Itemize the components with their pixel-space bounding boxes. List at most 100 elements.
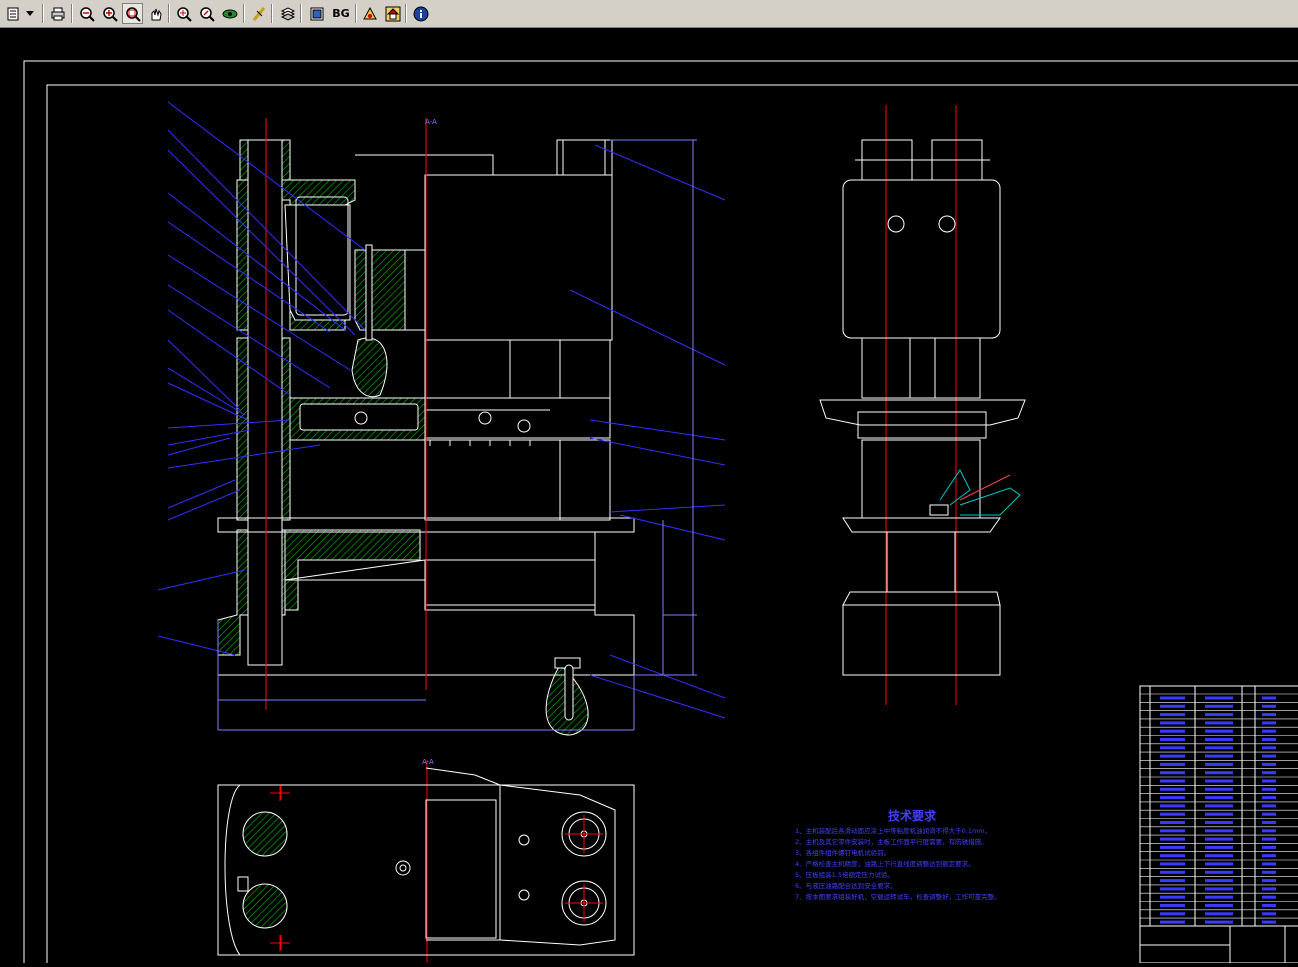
tech-title: 技术要求 [888, 808, 937, 823]
parts-list-cell-text [1262, 912, 1276, 916]
parts-list-cell-text [1160, 804, 1185, 808]
parts-list-cell-text [1160, 746, 1185, 750]
parts-list-cell-text [1160, 696, 1185, 700]
parts-list-cell-text [1205, 804, 1233, 808]
bg-label: BG [332, 7, 350, 20]
drawing-canvas[interactable]: 技术要求 1、主机装配后各滑动面应涂上中等粘度机油润滑不得大于0.1mm。 2、… [0, 28, 1298, 967]
parts-list-cell-text [1205, 729, 1233, 733]
parts-list-cell-text [1205, 713, 1233, 717]
parts-list-cell-text [1160, 779, 1185, 783]
parts-list-cell-text [1262, 887, 1276, 891]
parts-list-cell-text [1262, 829, 1276, 833]
parts-list-cell-text [1262, 754, 1276, 758]
parts-list-cell-text [1262, 729, 1276, 733]
tech-note: 3、各组件组件螺钉电机试验前。 [795, 848, 890, 857]
parts-list-cell-text [1262, 721, 1276, 725]
tech-note: 4、严格检查主机精度，油路上下行直线度调整达到额定要求。 [795, 859, 975, 868]
zoom-out-icon[interactable] [76, 3, 97, 24]
parts-list-cell-text [1205, 787, 1233, 791]
parts-list-cell-text [1205, 796, 1233, 800]
parts-list-cell-text [1262, 845, 1276, 849]
parts-list-cell-text [1205, 854, 1233, 858]
home-icon[interactable] [382, 3, 403, 24]
zoom-realtime-icon[interactable] [196, 3, 217, 24]
zoom-extents-icon[interactable] [173, 3, 194, 24]
display-icon[interactable] [306, 3, 327, 24]
parts-list-cell-text [1160, 870, 1185, 874]
parts-list-cell-text [1160, 729, 1185, 733]
parts-list-cell-text [1262, 879, 1276, 883]
parts-list-cell-text [1160, 829, 1185, 833]
parts-list-cell-text [1205, 920, 1233, 924]
parts-list-cell-text [1160, 771, 1185, 775]
tech-note: 2、主机及其它零件安装时，主板工作面平行度需要，有防锈措施。 [795, 837, 988, 846]
print-icon[interactable] [47, 3, 68, 24]
tech-note: 1、主机装配后各滑动面应涂上中等粘度机油润滑不得大于0.1mm。 [795, 826, 991, 835]
parts-list-cell-text [1160, 920, 1185, 924]
pan-icon[interactable] [145, 3, 166, 24]
parts-list-cell-text [1160, 879, 1185, 883]
parts-list-cell-text [1160, 821, 1185, 824]
parts-list-cell-text [1160, 837, 1185, 841]
section-label: A-A [422, 758, 434, 766]
parts-list-cell-text [1262, 904, 1276, 907]
parts-list-cell-text [1262, 771, 1276, 775]
parts-list-cell-text [1262, 704, 1276, 708]
tech-note: 5、压板组装1.5倍额定压力试验。 [795, 870, 894, 879]
parts-list-cell-text [1160, 787, 1185, 791]
parts-list-cell-text [1262, 804, 1276, 808]
toolbar-separator [300, 4, 302, 23]
parts-list-cell-text [1262, 870, 1276, 874]
parts-list-cell-text [1262, 920, 1276, 924]
parts-list-cell-text [1205, 762, 1233, 766]
parts-list-cell-text [1160, 887, 1185, 891]
parts-list-cell-text [1205, 696, 1233, 700]
parts-list-cell-text [1205, 904, 1233, 907]
toolbar-separator [168, 4, 170, 23]
toolbar-separator [71, 4, 73, 23]
parts-list-cell-text [1205, 704, 1233, 708]
parts-list-cell-text [1262, 713, 1276, 717]
parts-list-cell-text [1262, 862, 1276, 866]
measure-icon[interactable] [248, 3, 269, 24]
parts-list-cell-text [1205, 895, 1233, 899]
tech-note: 6、与液压油路配合达到安全要求。 [795, 881, 897, 890]
symbol-icon[interactable] [359, 3, 380, 24]
dropdown-arrow-icon[interactable] [23, 3, 37, 24]
plan-hole-upper [242, 811, 288, 857]
toolbar-separator [405, 4, 407, 23]
view-3d-icon[interactable] [219, 3, 240, 24]
zoom-in-icon[interactable] [99, 3, 120, 24]
parts-list-cell-text [1160, 904, 1185, 907]
parts-list-cell-text [1205, 862, 1233, 866]
parts-list-cell-text [1160, 796, 1185, 800]
parts-list-cell-text [1160, 912, 1185, 916]
parts-list-cell-text [1160, 812, 1185, 816]
background-color-button[interactable]: BG [329, 3, 353, 24]
parts-list-cell-text [1205, 887, 1233, 891]
parts-list-cell-text [1160, 895, 1185, 899]
parts-list-cell-text [1205, 738, 1233, 741]
layers-icon[interactable] [277, 3, 298, 24]
parts-list-cell-text [1262, 738, 1276, 741]
parts-list-cell-text [1205, 879, 1233, 883]
parts-list-cell-text [1160, 762, 1185, 766]
parts-list-cell-text [1262, 762, 1276, 766]
info-icon[interactable] [410, 3, 431, 24]
parts-list-cell-text [1262, 837, 1276, 841]
parts-list-cell-text [1205, 779, 1233, 783]
inner-frame [46, 84, 1298, 967]
plan-hole-lower [242, 883, 288, 929]
parts-list-cell-text [1205, 812, 1233, 816]
parts-list-cell-text [1160, 721, 1185, 725]
parts-list-cell-text [1205, 870, 1233, 874]
technical-requirements: 技术要求 1、主机装配后各滑动面应涂上中等粘度机油润滑不得大于0.1mm。 2、… [795, 808, 1001, 901]
parts-list-cell-text [1262, 796, 1276, 800]
toolbar-separator [271, 4, 273, 23]
parts-list-cell-text [1160, 738, 1185, 741]
parts-list-cell-text [1262, 779, 1276, 783]
parts-list-cell-text [1160, 754, 1185, 758]
zoom-window-icon[interactable] [122, 3, 143, 24]
parts-list-cell-text [1160, 713, 1185, 717]
open-icon[interactable] [2, 3, 23, 24]
